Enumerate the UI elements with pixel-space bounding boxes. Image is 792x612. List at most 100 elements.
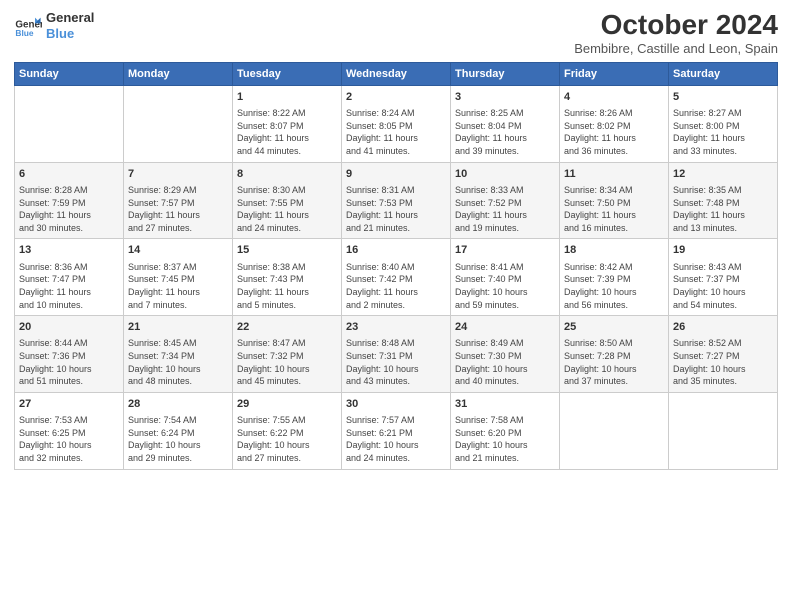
- day-info: Sunrise: 8:49 AM Sunset: 7:30 PM Dayligh…: [455, 337, 555, 387]
- calendar-cell: 22 Sunrise: 8:47 AM Sunset: 7:32 PM Dayli…: [233, 316, 342, 393]
- day-number: 27: [19, 397, 119, 412]
- day-number: 20: [19, 320, 119, 335]
- logo-general: General: [46, 10, 94, 26]
- calendar-week-5: 27Sunrise: 7:53 AM Sunset: 6:25 PM Dayli…: [15, 392, 778, 469]
- calendar-cell: 3Sunrise: 8:25 AM Sunset: 8:04 PM Daylig…: [451, 85, 560, 162]
- calendar-cell: 18Sunrise: 8:42 AM Sunset: 7:39 PM Dayli…: [560, 239, 669, 316]
- day-info: Sunrise: 8:27 AM Sunset: 8:00 PM Dayligh…: [673, 107, 773, 157]
- logo-icon: General Blue: [14, 12, 42, 40]
- day-info: Sunrise: 8:40 AM Sunset: 7:42 PM Dayligh…: [346, 261, 446, 311]
- calendar-cell: 20 Sunrise: 8:44 AM Sunset: 7:36 PM Dayli…: [15, 316, 124, 393]
- day-info: Sunrise: 8:28 AM Sunset: 7:59 PM Dayligh…: [19, 184, 119, 234]
- calendar-cell: 4Sunrise: 8:26 AM Sunset: 8:02 PM Daylig…: [560, 85, 669, 162]
- day-info: Sunrise: 7:54 AM Sunset: 6:24 PM Dayligh…: [128, 414, 228, 464]
- day-number: 15: [237, 243, 337, 258]
- calendar-table: SundayMondayTuesdayWednesdayThursdayFrid…: [14, 62, 778, 470]
- day-number: 22: [237, 320, 337, 335]
- calendar-cell: 8 Sunrise: 8:30 AM Sunset: 7:55 PM Daylig…: [233, 162, 342, 239]
- weekday-friday: Friday: [560, 62, 669, 85]
- calendar-cell: 28 Sunrise: 7:54 AM Sunset: 6:24 PM Dayli…: [124, 392, 233, 469]
- calendar-week-2: 6 Sunrise: 8:28 AM Sunset: 7:59 PM Daylig…: [15, 162, 778, 239]
- day-number: 9: [346, 167, 446, 182]
- day-info: Sunrise: 8:35 AM Sunset: 7:48 PM Dayligh…: [673, 184, 773, 234]
- day-number: 16: [346, 243, 446, 258]
- calendar-cell: 2 Sunrise: 8:24 AM Sunset: 8:05 PM Daylig…: [342, 85, 451, 162]
- day-info: Sunrise: 8:30 AM Sunset: 7:55 PM Dayligh…: [237, 184, 337, 234]
- calendar-cell: [560, 392, 669, 469]
- calendar-cell: 17 Sunrise: 8:41 AM Sunset: 7:40 PM Dayli…: [451, 239, 560, 316]
- header: General Blue General Blue October 2024 B…: [14, 10, 778, 56]
- calendar-cell: 6 Sunrise: 8:28 AM Sunset: 7:59 PM Daylig…: [15, 162, 124, 239]
- calendar-cell: 11 Sunrise: 8:34 AM Sunset: 7:50 PM Dayli…: [560, 162, 669, 239]
- calendar-cell: [15, 85, 124, 162]
- calendar-cell: 26Sunrise: 8:52 AM Sunset: 7:27 PM Dayli…: [669, 316, 778, 393]
- weekday-thursday: Thursday: [451, 62, 560, 85]
- day-info: Sunrise: 8:41 AM Sunset: 7:40 PM Dayligh…: [455, 261, 555, 311]
- title-block: October 2024 Bembibre, Castille and Leon…: [574, 10, 778, 56]
- month-title: October 2024: [574, 10, 778, 41]
- calendar-cell: 7 Sunrise: 8:29 AM Sunset: 7:57 PM Daylig…: [124, 162, 233, 239]
- day-number: 23: [346, 320, 446, 335]
- day-info: Sunrise: 8:44 AM Sunset: 7:36 PM Dayligh…: [19, 337, 119, 387]
- day-info: Sunrise: 8:24 AM Sunset: 8:05 PM Dayligh…: [346, 107, 446, 157]
- day-info: Sunrise: 8:29 AM Sunset: 7:57 PM Dayligh…: [128, 184, 228, 234]
- day-info: Sunrise: 8:50 AM Sunset: 7:28 PM Dayligh…: [564, 337, 664, 387]
- calendar-cell: 14 Sunrise: 8:37 AM Sunset: 7:45 PM Dayli…: [124, 239, 233, 316]
- weekday-tuesday: Tuesday: [233, 62, 342, 85]
- calendar-cell: 12 Sunrise: 8:35 AM Sunset: 7:48 PM Dayli…: [669, 162, 778, 239]
- day-number: 21: [128, 320, 228, 335]
- day-info: Sunrise: 8:31 AM Sunset: 7:53 PM Dayligh…: [346, 184, 446, 234]
- day-info: Sunrise: 7:55 AM Sunset: 6:22 PM Dayligh…: [237, 414, 337, 464]
- day-number: 28: [128, 397, 228, 412]
- calendar-week-1: 1 Sunrise: 8:22 AM Sunset: 8:07 PM Daylig…: [15, 85, 778, 162]
- day-info: Sunrise: 8:47 AM Sunset: 7:32 PM Dayligh…: [237, 337, 337, 387]
- day-info: Sunrise: 7:58 AM Sunset: 6:20 PM Dayligh…: [455, 414, 555, 464]
- day-number: 24: [455, 320, 555, 335]
- calendar-page: General Blue General Blue October 2024 B…: [0, 0, 792, 612]
- calendar-body: 1 Sunrise: 8:22 AM Sunset: 8:07 PM Daylig…: [15, 85, 778, 469]
- day-number: 11: [564, 167, 664, 182]
- day-info: Sunrise: 8:37 AM Sunset: 7:45 PM Dayligh…: [128, 261, 228, 311]
- calendar-cell: 5 Sunrise: 8:27 AM Sunset: 8:00 PM Daylig…: [669, 85, 778, 162]
- day-number: 6: [19, 167, 119, 182]
- logo-blue: Blue: [46, 26, 94, 42]
- weekday-sunday: Sunday: [15, 62, 124, 85]
- day-number: 29: [237, 397, 337, 412]
- day-info: Sunrise: 8:45 AM Sunset: 7:34 PM Dayligh…: [128, 337, 228, 387]
- day-number: 1: [237, 90, 337, 105]
- day-number: 5: [673, 90, 773, 105]
- weekday-wednesday: Wednesday: [342, 62, 451, 85]
- calendar-cell: 30Sunrise: 7:57 AM Sunset: 6:21 PM Dayli…: [342, 392, 451, 469]
- day-number: 14: [128, 243, 228, 258]
- calendar-cell: 13Sunrise: 8:36 AM Sunset: 7:47 PM Dayli…: [15, 239, 124, 316]
- day-info: Sunrise: 8:38 AM Sunset: 7:43 PM Dayligh…: [237, 261, 337, 311]
- calendar-cell: 29 Sunrise: 7:55 AM Sunset: 6:22 PM Dayli…: [233, 392, 342, 469]
- svg-text:Blue: Blue: [15, 27, 33, 37]
- calendar-cell: 16 Sunrise: 8:40 AM Sunset: 7:42 PM Dayli…: [342, 239, 451, 316]
- day-info: Sunrise: 8:22 AM Sunset: 8:07 PM Dayligh…: [237, 107, 337, 157]
- day-number: 4: [564, 90, 664, 105]
- calendar-week-3: 13Sunrise: 8:36 AM Sunset: 7:47 PM Dayli…: [15, 239, 778, 316]
- weekday-saturday: Saturday: [669, 62, 778, 85]
- calendar-cell: 9 Sunrise: 8:31 AM Sunset: 7:53 PM Daylig…: [342, 162, 451, 239]
- day-number: 17: [455, 243, 555, 258]
- day-info: Sunrise: 8:33 AM Sunset: 7:52 PM Dayligh…: [455, 184, 555, 234]
- day-number: 19: [673, 243, 773, 258]
- day-number: 7: [128, 167, 228, 182]
- day-number: 2: [346, 90, 446, 105]
- calendar-cell: 10Sunrise: 8:33 AM Sunset: 7:52 PM Dayli…: [451, 162, 560, 239]
- day-info: Sunrise: 8:48 AM Sunset: 7:31 PM Dayligh…: [346, 337, 446, 387]
- calendar-cell: [124, 85, 233, 162]
- weekday-monday: Monday: [124, 62, 233, 85]
- calendar-cell: 1 Sunrise: 8:22 AM Sunset: 8:07 PM Daylig…: [233, 85, 342, 162]
- day-info: Sunrise: 8:52 AM Sunset: 7:27 PM Dayligh…: [673, 337, 773, 387]
- calendar-cell: 31Sunrise: 7:58 AM Sunset: 6:20 PM Dayli…: [451, 392, 560, 469]
- day-number: 8: [237, 167, 337, 182]
- calendar-cell: 23 Sunrise: 8:48 AM Sunset: 7:31 PM Dayli…: [342, 316, 451, 393]
- logo: General Blue General Blue: [14, 10, 94, 41]
- day-number: 13: [19, 243, 119, 258]
- calendar-cell: 15 Sunrise: 8:38 AM Sunset: 7:43 PM Dayli…: [233, 239, 342, 316]
- day-info: Sunrise: 8:34 AM Sunset: 7:50 PM Dayligh…: [564, 184, 664, 234]
- day-number: 12: [673, 167, 773, 182]
- day-info: Sunrise: 8:25 AM Sunset: 8:04 PM Dayligh…: [455, 107, 555, 157]
